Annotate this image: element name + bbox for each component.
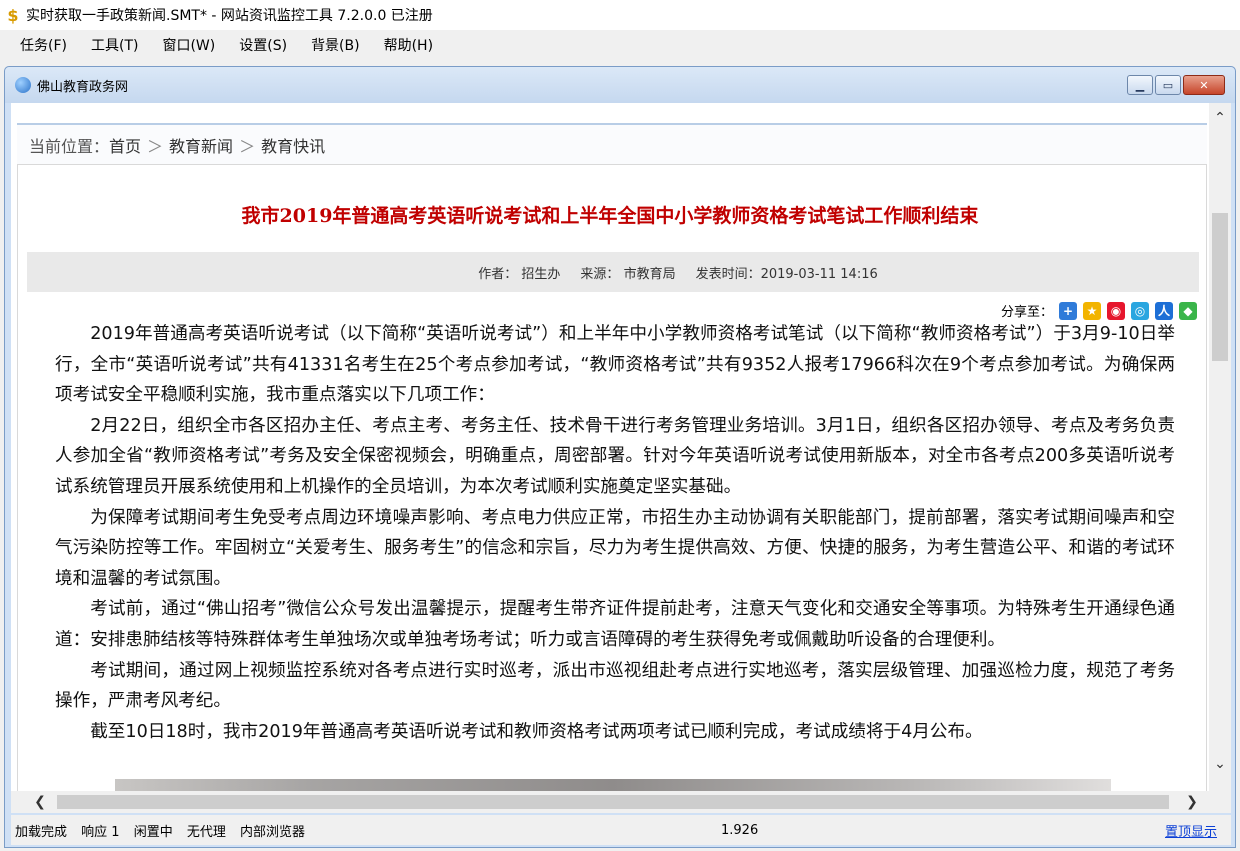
article-paragraph: 考试期间，通过网上视频监控系统对各考点进行实时巡考，派出市巡视组赴考点进行实地巡…	[55, 660, 1175, 712]
menu-background[interactable]: 背景(B)	[299, 32, 372, 58]
breadcrumb: 当前位置： 首页 ＞ 教育新闻 ＞ 教育快讯	[17, 123, 1207, 165]
status-idle: 闲置中	[133, 824, 173, 840]
child-title: 佛山教育政务网	[37, 79, 129, 95]
breadcrumb-label: 当前位置：	[29, 136, 110, 156]
maximize-button[interactable]: ▭	[1155, 75, 1181, 95]
app-titlebar: $ 实时获取一手政策新闻.SMT* - 网站资讯监控工具 7.2.0.0 已注册	[0, 0, 1240, 30]
pin-top-link[interactable]: 置顶显示	[1165, 821, 1217, 840]
horizontal-scroll-thumb[interactable]	[57, 795, 1169, 809]
site-nav-strip	[11, 103, 1209, 119]
status-response: 响应 1	[81, 824, 120, 840]
breadcrumb-separator: ＞	[239, 136, 256, 156]
share-label: 分享至：	[1000, 305, 1053, 320]
breadcrumb-separator: ＞	[147, 136, 164, 156]
close-button[interactable]: ✕	[1183, 75, 1225, 95]
minimize-button[interactable]: ▁	[1127, 75, 1153, 95]
breadcrumb-home[interactable]: 首页	[109, 133, 141, 157]
article-title: 我市2019年普通高考英语听说考试和上半年全国中小学教师资格考试笔试工作顺利结束	[241, 205, 979, 227]
share-weibo-icon[interactable]: ◉	[1107, 301, 1125, 320]
article-paragraph: 为保障考试期间考生免受考点周边环境噪声影响、考点电力供应正常，市招生办主动协调有…	[55, 507, 1175, 589]
meta-date: 发表时间：2019-03-11 14:16	[695, 266, 878, 282]
scroll-down-icon[interactable]: ⌄	[1209, 753, 1231, 775]
vertical-scroll-thumb[interactable]	[1212, 213, 1228, 361]
meta-author: 作者： 招生办	[478, 266, 561, 282]
share-tencent-icon[interactable]: ◎	[1131, 301, 1149, 320]
menu-help[interactable]: 帮助(H)	[372, 32, 445, 58]
menu-tools[interactable]: 工具(T)	[79, 32, 150, 58]
share-bar: 分享至： + ★ ◉ ◎ 人 ◆	[1001, 301, 1197, 320]
article-paragraph: 2月22日，组织全市各区招办主任、考点主考、考务主任、技术骨干进行考务管理业务培…	[55, 415, 1175, 497]
status-bar: 加载完成 响应 1 闲置中 无代理 内部浏览器 1.926 置顶显示	[11, 815, 1231, 845]
child-titlebar[interactable]: 佛山教育政务网 ▁ ▭ ✕	[5, 67, 1235, 103]
status-load: 加载完成	[15, 824, 68, 840]
globe-icon	[15, 77, 31, 93]
share-wechat-icon[interactable]: ◆	[1179, 301, 1197, 320]
article-paragraph: 截至10日18时，我市2019年普通高考英语听说考试和教师资格考试两项考试已顺利…	[90, 721, 983, 742]
status-number: 1.926	[721, 822, 759, 838]
status-proxy: 无代理	[186, 824, 226, 840]
app-title: 实时获取一手政策新闻.SMT* - 网站资讯监控工具 7.2.0.0 已注册	[26, 8, 433, 24]
article-meta: 作者： 招生办 来源： 市教育局 发表时间：2019-03-11 14:16	[27, 252, 1199, 292]
dollar-app-icon: $	[7, 5, 19, 25]
status-browser: 内部浏览器	[240, 824, 306, 840]
menu-task[interactable]: 任务(F)	[8, 32, 79, 58]
article-paragraph: 考试前，通过“佛山招考”微信公众号发出温馨提示，提醒考生带齐证件提前赴考，注意天…	[55, 599, 1175, 650]
share-plus-icon[interactable]: +	[1059, 301, 1077, 320]
menu-settings[interactable]: 设置(S)	[227, 32, 299, 58]
horizontal-scrollbar[interactable]: ❮ ❯	[11, 791, 1231, 813]
article-paragraph: 2019年普通高考英语听说考试（以下简称“英语听说考试”）和上半年中小学教师资格…	[55, 324, 1175, 406]
scroll-left-icon[interactable]: ❮	[29, 791, 51, 813]
share-qzone-icon[interactable]: ★	[1083, 301, 1101, 320]
vertical-scrollbar[interactable]: ⌃ ⌄	[1209, 103, 1231, 791]
article-body: 2019年普通高考英语听说考试（以下简称“英语听说考试”）和上半年中小学教师资格…	[55, 319, 1175, 747]
article-photo	[115, 779, 1111, 791]
menu-window[interactable]: 窗口(W)	[150, 32, 227, 58]
scroll-right-icon[interactable]: ❯	[1181, 791, 1203, 813]
share-renren-icon[interactable]: 人	[1155, 301, 1173, 320]
browser-child-window: 佛山教育政务网 ▁ ▭ ✕ 当前位置： 首页 ＞ 教育新闻 ＞ 教育快讯 我市2…	[4, 66, 1236, 848]
meta-source: 来源： 市教育局	[580, 266, 676, 282]
web-viewport[interactable]: 当前位置： 首页 ＞ 教育新闻 ＞ 教育快讯 我市2019年普通高考英语听说考试…	[11, 103, 1209, 791]
scroll-up-icon[interactable]: ⌃	[1209, 107, 1231, 129]
breadcrumb-education-flash[interactable]: 教育快讯	[261, 133, 325, 157]
breadcrumb-education-news[interactable]: 教育新闻	[169, 133, 233, 157]
menubar: 任务(F) 工具(T) 窗口(W) 设置(S) 背景(B) 帮助(H)	[0, 30, 1240, 60]
